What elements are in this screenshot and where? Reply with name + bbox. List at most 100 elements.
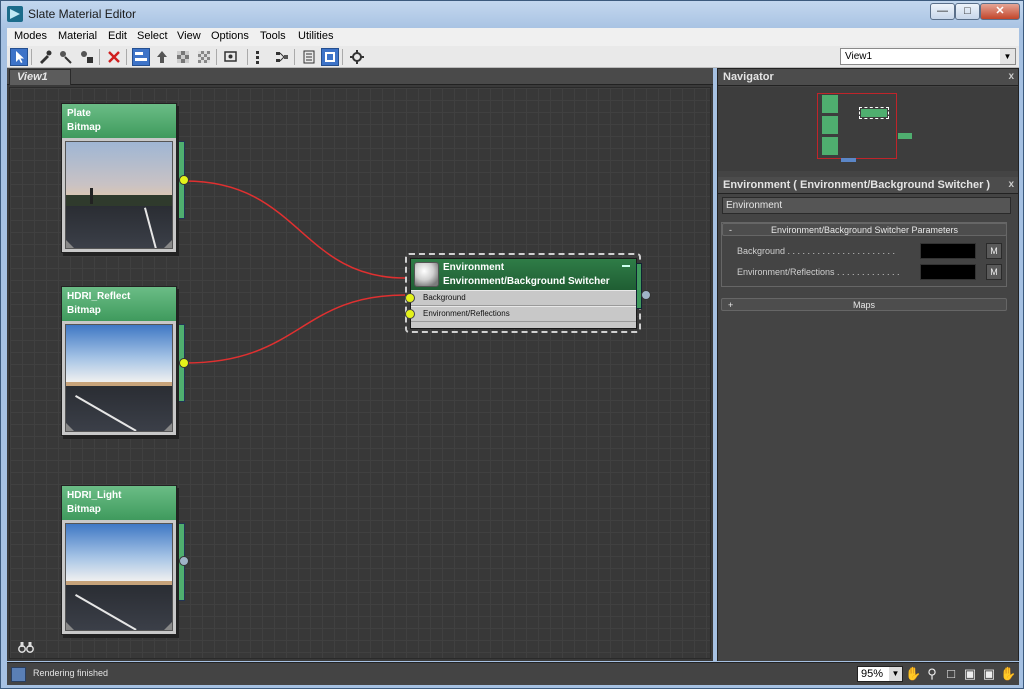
menu-options[interactable]: Options xyxy=(211,30,249,42)
output-port[interactable] xyxy=(179,556,189,566)
zoom-icon[interactable]: ⚲ xyxy=(924,666,940,682)
toolbar: View1 ▼ xyxy=(7,46,1019,68)
close-icon[interactable]: x xyxy=(1008,177,1014,193)
menu-view[interactable]: View xyxy=(177,30,201,42)
minimize-button[interactable]: — xyxy=(930,3,955,20)
node-thumbnail xyxy=(65,523,173,631)
collapse-icon[interactable] xyxy=(622,265,630,267)
node-title: Plate xyxy=(67,108,91,119)
zoom-dropdown[interactable]: 95% ▼ xyxy=(857,666,903,682)
material-parameter-editor-icon[interactable] xyxy=(300,48,318,66)
material-sphere-icon xyxy=(414,262,439,287)
node-body: Environment Environment/Background Switc… xyxy=(405,258,637,329)
move-children-icon[interactable] xyxy=(132,48,150,66)
input-port[interactable] xyxy=(405,293,415,303)
lay-out-children-icon[interactable] xyxy=(273,48,291,66)
menu-select[interactable]: Select xyxy=(137,30,168,42)
background-map-button[interactable]: M xyxy=(986,243,1002,259)
param-environment-label: Environment/Reflections . . . . . . . . … xyxy=(737,267,900,277)
chevron-down-icon[interactable]: ▼ xyxy=(889,667,902,681)
node-body: HDRI_Light Bitmap xyxy=(61,485,177,635)
select-tool-icon[interactable] xyxy=(10,48,28,66)
delete-icon[interactable] xyxy=(105,48,123,66)
assign-to-selection-icon[interactable] xyxy=(78,48,96,66)
navigator-title-bar[interactable]: Navigator x xyxy=(718,69,1018,86)
zoom-extents-selected-icon[interactable]: ▣ xyxy=(981,666,997,682)
node-header[interactable]: HDRI_Light Bitmap xyxy=(62,486,176,520)
material-name-field[interactable]: Environment xyxy=(722,197,1011,214)
node-title: HDRI_Light xyxy=(67,490,122,501)
status-icon[interactable] xyxy=(11,667,26,682)
show-shaded-icon[interactable] xyxy=(195,48,213,66)
environment-map-slot[interactable] xyxy=(920,264,976,280)
param-background-label: Background . . . . . . . . . . . . . . .… xyxy=(737,246,896,256)
properties-title-bar[interactable]: Environment ( Environment/Background Swi… xyxy=(718,177,1018,194)
side-panel: Navigator x Environment ( Environment/Ba… xyxy=(717,68,1019,661)
navigator-node xyxy=(841,158,856,162)
menu-material[interactable]: Material xyxy=(58,30,97,42)
menu-utilities[interactable]: Utilities xyxy=(298,30,333,42)
menu-edit[interactable]: Edit xyxy=(108,30,127,42)
node-header[interactable]: HDRI_Reflect Bitmap xyxy=(62,287,176,321)
node-body: HDRI_Reflect Bitmap xyxy=(61,286,177,436)
toolbar-separator xyxy=(31,49,32,65)
pan-hand-icon[interactable]: ✋ xyxy=(905,666,921,682)
wire-plate-to-background xyxy=(184,180,406,279)
slot-background[interactable]: Background xyxy=(405,290,636,306)
pick-material-icon[interactable] xyxy=(36,48,54,66)
maximize-button[interactable]: □ xyxy=(955,3,980,20)
collapse-icon: - xyxy=(729,225,732,235)
node-output-tab xyxy=(636,263,642,309)
zoom-extents-icon[interactable]: ▣ xyxy=(962,666,978,682)
node-subtitle: Environment/Background Switcher xyxy=(443,276,610,287)
app-window: Slate Material Editor — □ ✕ Modes Materi… xyxy=(0,0,1024,689)
show-map-icon[interactable] xyxy=(174,48,192,66)
node-header[interactable]: Plate Bitmap xyxy=(62,104,176,138)
navigator-viewport-box[interactable] xyxy=(859,107,889,119)
title-bar[interactable]: Slate Material Editor — □ ✕ xyxy=(1,1,1023,27)
binoculars-icon[interactable] xyxy=(18,641,34,653)
node-body: Plate Bitmap xyxy=(61,103,177,253)
navigator-title: Navigator xyxy=(723,71,774,83)
show-end-result-icon[interactable] xyxy=(222,48,240,66)
navigator-view[interactable] xyxy=(718,87,1018,171)
rollout-title: Environment/Background Switcher Paramete… xyxy=(770,225,959,235)
node-environment[interactable]: Environment Environment/Background Switc… xyxy=(405,253,651,333)
environment-map-button[interactable]: M xyxy=(986,264,1002,280)
parameters-rollout-header[interactable]: - Environment/Background Switcher Parame… xyxy=(722,223,1007,236)
menu-modes[interactable]: Modes xyxy=(14,30,47,42)
navigator-node xyxy=(822,137,838,155)
navigator-node xyxy=(822,116,838,134)
node-header[interactable]: Environment Environment/Background Switc… xyxy=(411,259,636,290)
close-icon[interactable]: x xyxy=(1008,69,1014,85)
output-port[interactable] xyxy=(179,358,189,368)
zoom-region-icon[interactable]: □ xyxy=(943,666,959,682)
zoom-value: 95% xyxy=(861,668,884,680)
menu-tools[interactable]: Tools xyxy=(260,30,286,42)
window-title: Slate Material Editor xyxy=(28,7,137,21)
view-dropdown[interactable]: View1 ▼ xyxy=(840,48,1016,65)
toolbar-separator xyxy=(247,49,248,65)
toolbar-separator xyxy=(294,49,295,65)
background-map-slot[interactable] xyxy=(920,243,976,259)
output-port[interactable] xyxy=(179,175,189,185)
output-port[interactable] xyxy=(641,290,651,300)
node-canvas[interactable]: Plate Bitmap HDRI_Reflect Bitmap HDRI_Li… xyxy=(9,87,711,659)
chevron-down-icon[interactable]: ▼ xyxy=(1000,49,1015,64)
maps-rollout-header[interactable]: + Maps xyxy=(721,298,1007,311)
options-icon[interactable] xyxy=(348,48,366,66)
node-title: HDRI_Reflect xyxy=(67,291,131,302)
put-to-scene-icon[interactable] xyxy=(57,48,75,66)
select-by-material-icon[interactable] xyxy=(321,48,339,66)
close-button[interactable]: ✕ xyxy=(980,3,1020,20)
slot-environment-reflections[interactable]: Environment/Reflections xyxy=(405,306,636,322)
status-text: Rendering finished xyxy=(33,668,109,678)
app-icon xyxy=(7,6,23,22)
hide-unused-slots-icon[interactable] xyxy=(153,48,171,66)
tab-view1[interactable]: View1 xyxy=(9,69,71,85)
input-port[interactable] xyxy=(405,309,415,319)
navigator-node xyxy=(822,95,838,113)
pan-to-selected-icon[interactable]: ✋ xyxy=(1000,666,1016,682)
toolbar-separator xyxy=(216,49,217,65)
lay-out-all-icon[interactable] xyxy=(252,48,270,66)
